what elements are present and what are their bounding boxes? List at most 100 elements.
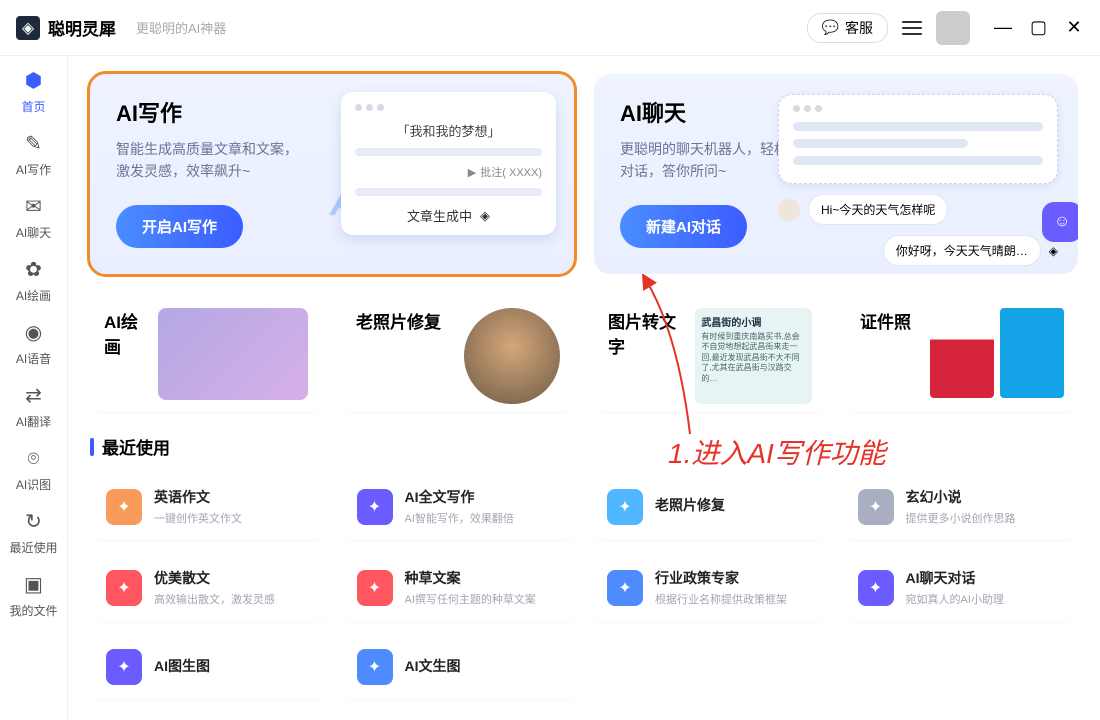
section-title: 最近使用: [102, 434, 170, 459]
nav-label: AI写作: [16, 161, 51, 178]
hero-ai-chat[interactable]: AI聊天 更聪明的聊天机器人，轻松对话，答你所问~ 新建AI对话 Hi~今天的天…: [594, 74, 1078, 274]
nav-icon: ✎: [21, 131, 47, 157]
tool-desc: AI智能写作，效果翻倍: [405, 510, 514, 526]
app-tagline: 更聪明的AI神器: [136, 18, 226, 37]
sidebar-item-3[interactable]: ✿ AI绘画: [0, 257, 67, 304]
nav-label: AI绘画: [16, 287, 51, 304]
hero-desc: 智能生成高质量文章和文案，激发灵感，效率飙升~: [116, 138, 326, 183]
hero-ai-writing[interactable]: AI写作 智能生成高质量文章和文案，激发灵感，效率飙升~ 开启AI写作 AI 「…: [90, 74, 574, 274]
feature-id-photo[interactable]: 证件照: [846, 294, 1078, 412]
tool-card[interactable]: ✦ AI图生图: [90, 635, 327, 699]
tool-card[interactable]: ✦AI全文写作AI智能写作，效果翻倍: [341, 473, 578, 540]
nav-label: AI语音: [16, 350, 51, 367]
tool-card[interactable]: ✦ 种草文案 AI撰写任何主题的种草文案: [341, 554, 578, 621]
support-label: 客服: [845, 18, 873, 38]
tool-icon: ✦: [607, 489, 643, 525]
sidebar-item-5[interactable]: ⇄AI翻译: [0, 383, 67, 430]
tool-title: AI文生图: [405, 656, 461, 676]
id-photo-thumb: [930, 308, 1064, 398]
tool-desc: 根据行业名称提供政策框架: [655, 591, 787, 607]
tool-card[interactable]: ✦ AI聊天对话宛如真人的AI小助理: [842, 554, 1079, 621]
nav-label: 我的文件: [9, 602, 57, 619]
chat-bubble-reply: 你好呀，今天天气晴朗… ◈: [778, 235, 1058, 266]
support-button[interactable]: 💬 客服: [807, 13, 888, 43]
tool-card[interactable]: ✦优美散文高效输出散文，激发灵感: [90, 554, 327, 621]
close-button[interactable]: ✕: [1066, 17, 1082, 38]
logo: ◈ 聪明灵犀 更聪明的AI神器: [16, 15, 226, 40]
tool-title: 优美散文: [154, 568, 275, 588]
tool-icon: ✦: [106, 489, 142, 525]
tool-card[interactable]: ✦ AI文生图: [341, 635, 578, 699]
tool-icon: ✦: [357, 570, 393, 606]
app-name: 聪明灵犀: [48, 15, 116, 40]
tool-card[interactable]: ✦行业政策专家根据行业名称提供政策框架: [591, 554, 828, 621]
tool-title: 种草文案: [405, 568, 536, 588]
tool-card[interactable]: ✦ 玄幻小说提供更多小说创作思路: [842, 473, 1079, 540]
menu-button[interactable]: [902, 17, 922, 39]
sidebar-item-4[interactable]: ◉ AI语音: [0, 320, 67, 367]
tool-desc: 高效输出散文，激发灵感: [154, 591, 275, 607]
tool-icon: ✦: [357, 489, 393, 525]
maximize-button[interactable]: ▢: [1030, 17, 1046, 38]
feature-title: AI绘画: [104, 308, 146, 358]
sidebar-item-6[interactable]: ⌾AI识图: [0, 446, 67, 493]
nav-icon: ✉: [21, 194, 47, 220]
nav-icon: ⌾: [21, 446, 47, 472]
nav-label: 最近使用: [9, 539, 57, 556]
preview-note: ▶ 批注( XXXX): [355, 164, 542, 180]
sidebar-item-8[interactable]: ▣ 我的文件: [0, 572, 67, 619]
tool-icon: ✦: [357, 649, 393, 685]
chat-icon: 💬: [822, 19, 839, 36]
sidebar-item-7[interactable]: ↻ 最近使用: [0, 509, 67, 556]
drawing-thumb: [158, 308, 308, 400]
writing-preview-panel: 「我和我的梦想」 ▶ 批注( XXXX) 文章生成中◈: [341, 92, 556, 235]
nav-icon: ✿: [21, 257, 47, 283]
chat-preview-panel: Hi~今天的天气怎样呢 你好呀，今天天气晴朗… ◈: [778, 94, 1058, 266]
nav-label: AI聊天: [16, 224, 51, 241]
app-logo-icon: ◈: [16, 16, 40, 40]
feature-ai-drawing[interactable]: AI绘画: [90, 294, 322, 412]
app-small-icon: ◈: [1049, 244, 1058, 258]
message-icon: ☺: [1042, 202, 1078, 242]
chat-bubble-user: Hi~今天的天气怎样呢: [778, 194, 1058, 225]
tool-icon: ✦: [106, 649, 142, 685]
sidebar-item-1[interactable]: ✎ AI写作: [0, 131, 67, 178]
tool-desc: 一键创作英文作文: [154, 510, 242, 526]
feature-ocr[interactable]: 图片转文字 武昌街的小调 有时候到重庆南路买书,总会不自觉地想起武昌街来走一回,…: [594, 294, 826, 412]
tool-desc: 提供更多小说创作思路: [906, 510, 1016, 526]
tool-icon: ✦: [858, 489, 894, 525]
tool-desc: AI撰写任何主题的种草文案: [405, 591, 536, 607]
minimize-button[interactable]: —: [994, 17, 1010, 38]
tool-title: AI聊天对话: [906, 568, 1004, 588]
feature-photo-restore[interactable]: 老照片修复: [342, 294, 574, 412]
start-ai-writing-button[interactable]: 开启AI写作: [116, 205, 243, 248]
recent-grid: ✦英语作文一键创作英文作文✦AI全文写作AI智能写作，效果翻倍✦老照片修复✦玄幻…: [90, 473, 1078, 699]
nav-label: AI翻译: [16, 413, 51, 430]
sidebar-item-0[interactable]: ⬢首页: [0, 68, 67, 115]
feature-title: 老照片修复: [356, 308, 441, 333]
feature-title: 图片转文字: [608, 308, 683, 358]
main-content: AI写作 智能生成高质量文章和文案，激发灵感，效率飙升~ 开启AI写作 AI 「…: [68, 56, 1100, 720]
tool-card[interactable]: ✦ 老照片修复: [591, 473, 828, 540]
tool-icon: ✦: [858, 570, 894, 606]
nav-icon: ◉: [21, 320, 47, 346]
feature-title: 证件照: [860, 308, 911, 333]
tool-card[interactable]: ✦ 英语作文一键创作英文作文: [90, 473, 327, 540]
new-ai-chat-button[interactable]: 新建AI对话: [620, 205, 747, 248]
avatar[interactable]: [936, 11, 970, 45]
preview-status: 文章生成中◈: [355, 206, 542, 225]
tool-title: AI图生图: [154, 656, 210, 676]
nav-icon: ▣: [21, 572, 47, 598]
section-recent-header: 最近使用: [90, 434, 1078, 459]
tool-icon: ✦: [607, 570, 643, 606]
titlebar: ◈ 聪明灵犀 更聪明的AI神器 💬 客服 — ▢ ✕: [0, 0, 1100, 56]
ocr-thumb: 武昌街的小调 有时候到重庆南路买书,总会不自觉地想起武昌街来走一回,最近发现武昌…: [695, 308, 812, 404]
tool-title: 老照片修复: [655, 495, 725, 515]
sidebar-item-2[interactable]: ✉ AI聊天: [0, 194, 67, 241]
tool-title: 英语作文: [154, 487, 242, 507]
tool-title: 玄幻小说: [906, 487, 1016, 507]
tool-desc: 宛如真人的AI小助理: [906, 591, 1004, 607]
nav-icon: ↻: [21, 509, 47, 535]
sidebar: ⬢首页 ✎ AI写作 ✉ AI聊天 ✿ AI绘画 ◉ AI语音 ⇄AI翻译 ⌾AI识图 ↻ 最近使用 ▣ 我…: [0, 56, 68, 720]
nav-label: 首页: [21, 98, 45, 115]
